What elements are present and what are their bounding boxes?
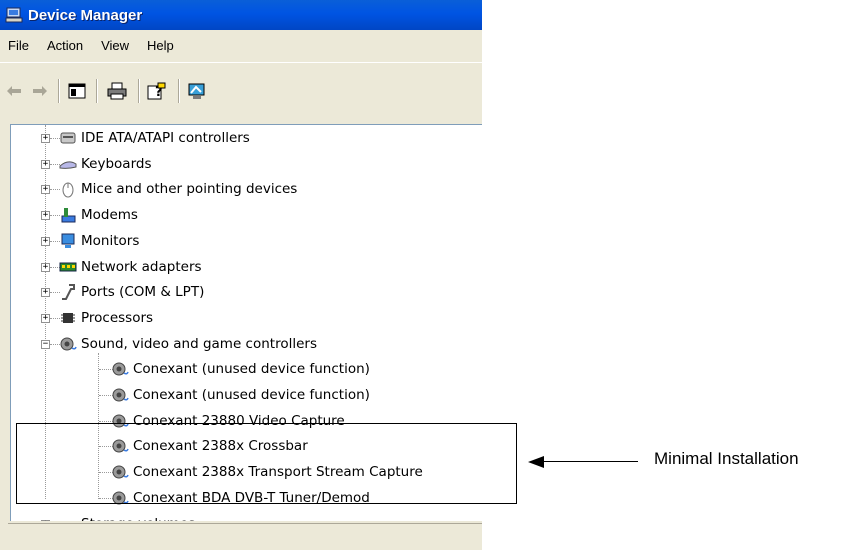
sound-icon <box>60 337 77 351</box>
expand-toggle[interactable]: + <box>41 288 50 298</box>
tree-item-label: Sound, video and game controllers <box>81 335 317 352</box>
toolbar-separator <box>58 79 60 103</box>
tree-category[interactable]: IDE ATA/ATAPI controllers <box>59 127 250 149</box>
tree-item-label: Modems <box>81 207 138 224</box>
network-adapter-icon <box>59 262 77 271</box>
toolbar-separator <box>178 79 180 103</box>
tree-item-label: Ports (COM & LPT) <box>81 284 205 301</box>
expand-toggle[interactable]: + <box>41 236 50 246</box>
help-icon: ? <box>147 82 166 100</box>
tree-category[interactable]: Sound, video and game controllers <box>59 333 317 355</box>
expand-toggle[interactable]: + <box>41 211 50 221</box>
ide-controller-icon <box>60 132 76 144</box>
storage-volume-icon <box>59 515 77 522</box>
window-title: Device Manager <box>28 6 143 24</box>
console-tree-icon <box>68 83 86 99</box>
toolbar-separator <box>96 79 98 103</box>
monitor-icon <box>61 233 75 248</box>
title-bar[interactable]: Device Manager <box>0 0 482 30</box>
mouse-icon <box>62 182 74 198</box>
port-icon <box>62 284 75 301</box>
menu-bar: File Action View Help <box>0 30 482 63</box>
tree-item-label: Processors <box>81 309 154 326</box>
expand-toggle[interactable]: + <box>41 313 50 323</box>
help-button[interactable]: ? <box>146 80 168 102</box>
tree-item-label: Conexant (unused device function) <box>133 387 370 403</box>
keyboard-icon <box>59 161 77 169</box>
print-button[interactable] <box>106 80 128 102</box>
tree-item-label: Network adapters <box>81 258 202 275</box>
back-button[interactable] <box>4 80 24 102</box>
back-arrow-icon <box>7 86 21 96</box>
tree-category[interactable]: Monitors <box>59 230 139 252</box>
tree-device[interactable]: Conexant (unused device function) <box>111 358 370 380</box>
tree-device[interactable]: Conexant (unused device function) <box>111 384 370 406</box>
callout-arrow-line <box>540 461 638 462</box>
modem-icon <box>61 208 76 223</box>
scan-hardware-icon <box>188 83 205 99</box>
toolbar-separator <box>138 79 140 103</box>
tree-category[interactable]: Keyboards <box>59 153 152 175</box>
sound-icon <box>112 362 129 376</box>
processor-icon <box>61 312 75 323</box>
scan-hardware-button[interactable] <box>186 80 208 102</box>
expand-toggle[interactable]: + <box>41 185 50 195</box>
callout-label: Minimal Installation <box>654 449 799 468</box>
tree-category[interactable]: Modems <box>59 204 138 226</box>
printer-icon <box>107 82 127 100</box>
menu-action[interactable]: Action <box>38 35 92 57</box>
status-bar <box>8 523 482 550</box>
tree-item-label: Storage volumes <box>81 516 195 522</box>
tree-category[interactable]: Storage volumes <box>59 513 195 522</box>
expand-toggle[interactable]: + <box>41 519 50 521</box>
tree-item-label: Monitors <box>81 232 140 249</box>
expand-toggle[interactable]: + <box>41 134 50 143</box>
menu-help[interactable]: Help <box>138 35 183 57</box>
expand-toggle[interactable]: + <box>41 262 50 272</box>
expand-toggle[interactable]: + <box>41 159 50 169</box>
device-manager-icon <box>5 7 23 23</box>
forward-arrow-icon <box>33 86 47 96</box>
tree-item-label: Keyboards <box>81 155 152 172</box>
menu-file[interactable]: File <box>0 35 38 57</box>
callout-arrow-head <box>528 456 544 468</box>
minimal-installation-highlight-box <box>16 423 517 504</box>
tree-category[interactable]: Processors <box>59 307 153 329</box>
tree-item-label: IDE ATA/ATAPI controllers <box>81 130 250 146</box>
tree-item-label: Mice and other pointing devices <box>81 181 298 198</box>
tree-category[interactable]: Mice and other pointing devices <box>59 178 297 200</box>
tree-item-label: Conexant (unused device function) <box>133 361 370 378</box>
tree-category[interactable]: Network adapters <box>59 256 202 278</box>
forward-button[interactable] <box>30 80 50 102</box>
sound-icon <box>112 388 129 402</box>
show-hide-console-tree-button[interactable] <box>66 80 88 102</box>
toolbar: ? <box>0 64 482 124</box>
tree-category[interactable]: Ports (COM & LPT) <box>59 281 204 303</box>
collapse-toggle[interactable]: − <box>41 339 50 349</box>
menu-view[interactable]: View <box>92 35 138 57</box>
